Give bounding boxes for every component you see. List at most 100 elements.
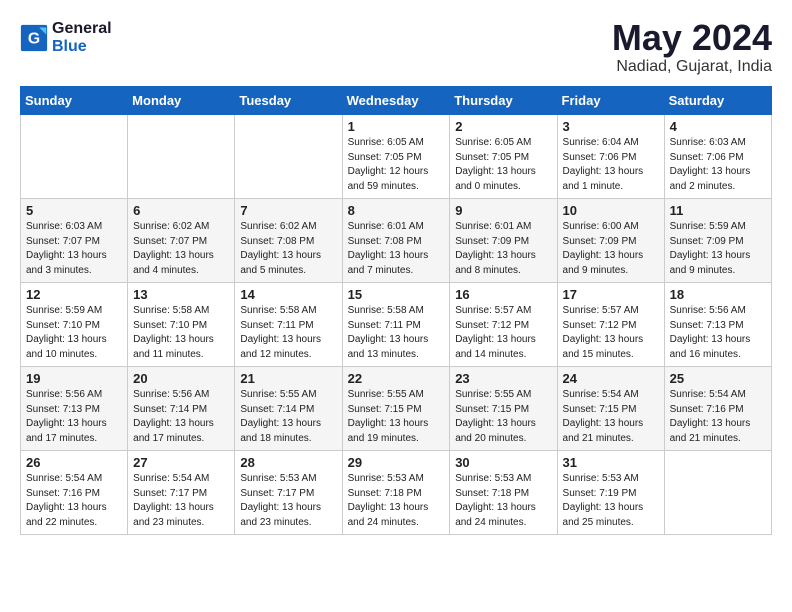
- day-number: 10: [563, 203, 659, 218]
- weekday-header: Wednesday: [342, 87, 450, 115]
- calendar-cell: 20 Sunrise: 5:56 AMSunset: 7:14 PMDayligh…: [128, 367, 235, 451]
- day-number: 5: [26, 203, 122, 218]
- day-number: 17: [563, 287, 659, 302]
- day-number: 27: [133, 455, 229, 470]
- calendar-cell: 29 Sunrise: 5:53 AMSunset: 7:18 PMDayligh…: [342, 451, 450, 535]
- day-number: 8: [348, 203, 445, 218]
- day-number: 11: [670, 203, 766, 218]
- calendar-cell: 12Sunrise: 5:59 AMSunset: 7:10 PMDayligh…: [21, 283, 128, 367]
- calendar-week-row: 19Sunrise: 5:56 AMSunset: 7:13 PMDayligh…: [21, 367, 772, 451]
- calendar-cell: 15 Sunrise: 5:58 AMSunset: 7:11 PMDayligh…: [342, 283, 450, 367]
- calendar-cell: 9Sunrise: 6:01 AMSunset: 7:09 PMDaylight…: [450, 199, 557, 283]
- day-info: Sunrise: 5:53 AMSunset: 7:18 PMDaylight:…: [348, 472, 445, 530]
- day-info: Sunrise: 6:05 AMSunset: 7:05 PMDaylight:…: [348, 136, 445, 194]
- day-info: Sunrise: 5:54 AMSunset: 7:17 PMDaylight:…: [133, 472, 229, 530]
- weekday-header: Sunday: [21, 87, 128, 115]
- day-number: 26: [26, 455, 122, 470]
- calendar-cell: 22 Sunrise: 5:55 AMSunset: 7:15 PMDayligh…: [342, 367, 450, 451]
- day-number: 20: [133, 371, 229, 386]
- calendar-cell: 18 Sunrise: 5:56 AMSunset: 7:13 PMDayligh…: [664, 283, 771, 367]
- calendar-cell: 16 Sunrise: 5:57 AMSunset: 7:12 PMDayligh…: [450, 283, 557, 367]
- calendar-cell: 6 Sunrise: 6:02 AMSunset: 7:07 PMDaylight…: [128, 199, 235, 283]
- day-info: Sunrise: 5:56 AMSunset: 7:14 PMDaylight:…: [133, 388, 229, 446]
- day-number: 15: [348, 287, 445, 302]
- day-info: Sunrise: 6:01 AMSunset: 7:09 PMDaylight:…: [455, 220, 551, 278]
- weekday-header: Saturday: [664, 87, 771, 115]
- day-number: 2: [455, 119, 551, 134]
- calendar-cell: 11 Sunrise: 5:59 AMSunset: 7:09 PMDayligh…: [664, 199, 771, 283]
- calendar-cell: 13Sunrise: 5:58 AMSunset: 7:10 PMDayligh…: [128, 283, 235, 367]
- calendar-week-row: 5 Sunrise: 6:03 AMSunset: 7:07 PMDaylight…: [21, 199, 772, 283]
- day-info: Sunrise: 5:59 AMSunset: 7:10 PMDaylight:…: [26, 304, 122, 362]
- calendar-cell: 23 Sunrise: 5:55 AMSunset: 7:15 PMDayligh…: [450, 367, 557, 451]
- day-info: Sunrise: 5:59 AMSunset: 7:09 PMDaylight:…: [670, 220, 766, 278]
- logo-icon: G: [20, 24, 48, 52]
- day-info: Sunrise: 5:53 AMSunset: 7:18 PMDaylight:…: [455, 472, 551, 530]
- calendar-cell: 30 Sunrise: 5:53 AMSunset: 7:18 PMDayligh…: [450, 451, 557, 535]
- calendar-header-row: SundayMondayTuesdayWednesdayThursdayFrid…: [21, 87, 772, 115]
- day-info: Sunrise: 6:02 AMSunset: 7:08 PMDaylight:…: [240, 220, 336, 278]
- svg-text:G: G: [28, 30, 40, 47]
- calendar-cell: [128, 115, 235, 199]
- day-number: 28: [240, 455, 336, 470]
- day-info: Sunrise: 6:02 AMSunset: 7:07 PMDaylight:…: [133, 220, 229, 278]
- day-info: Sunrise: 5:53 AMSunset: 7:17 PMDaylight:…: [240, 472, 336, 530]
- calendar-week-row: 12Sunrise: 5:59 AMSunset: 7:10 PMDayligh…: [21, 283, 772, 367]
- day-number: 21: [240, 371, 336, 386]
- calendar-week-row: 1Sunrise: 6:05 AMSunset: 7:05 PMDaylight…: [21, 115, 772, 199]
- day-number: 18: [670, 287, 766, 302]
- calendar-cell: 10 Sunrise: 6:00 AMSunset: 7:09 PMDayligh…: [557, 199, 664, 283]
- day-info: Sunrise: 6:03 AMSunset: 7:07 PMDaylight:…: [26, 220, 122, 278]
- day-number: 23: [455, 371, 551, 386]
- day-number: 16: [455, 287, 551, 302]
- day-number: 4: [670, 119, 766, 134]
- calendar-cell: 8 Sunrise: 6:01 AMSunset: 7:08 PMDaylight…: [342, 199, 450, 283]
- weekday-header: Tuesday: [235, 87, 342, 115]
- calendar-cell: 26 Sunrise: 5:54 AMSunset: 7:16 PMDayligh…: [21, 451, 128, 535]
- calendar-cell: 21Sunrise: 5:55 AMSunset: 7:14 PMDayligh…: [235, 367, 342, 451]
- day-info: Sunrise: 6:05 AMSunset: 7:05 PMDaylight:…: [455, 136, 551, 194]
- day-number: 6: [133, 203, 229, 218]
- calendar-cell: 19Sunrise: 5:56 AMSunset: 7:13 PMDayligh…: [21, 367, 128, 451]
- day-number: 29: [348, 455, 445, 470]
- day-info: Sunrise: 5:56 AMSunset: 7:13 PMDaylight:…: [670, 304, 766, 362]
- calendar-cell: 5 Sunrise: 6:03 AMSunset: 7:07 PMDaylight…: [21, 199, 128, 283]
- day-info: Sunrise: 6:03 AMSunset: 7:06 PMDaylight:…: [670, 136, 766, 194]
- day-info: Sunrise: 5:57 AMSunset: 7:12 PMDaylight:…: [455, 304, 551, 362]
- logo-text: General Blue: [52, 20, 112, 56]
- day-info: Sunrise: 5:58 AMSunset: 7:11 PMDaylight:…: [240, 304, 336, 362]
- day-info: Sunrise: 5:55 AMSunset: 7:15 PMDaylight:…: [455, 388, 551, 446]
- day-number: 24: [563, 371, 659, 386]
- day-info: Sunrise: 6:00 AMSunset: 7:09 PMDaylight:…: [563, 220, 659, 278]
- weekday-header: Thursday: [450, 87, 557, 115]
- calendar-cell: [664, 451, 771, 535]
- title-area: May 2024 Nadiad, Gujarat, India: [612, 20, 772, 76]
- day-info: Sunrise: 5:58 AMSunset: 7:11 PMDaylight:…: [348, 304, 445, 362]
- month-title: May 2024: [612, 20, 772, 56]
- day-info: Sunrise: 5:55 AMSunset: 7:15 PMDaylight:…: [348, 388, 445, 446]
- day-number: 22: [348, 371, 445, 386]
- day-info: Sunrise: 5:54 AMSunset: 7:16 PMDaylight:…: [26, 472, 122, 530]
- calendar-cell: 25 Sunrise: 5:54 AMSunset: 7:16 PMDayligh…: [664, 367, 771, 451]
- day-number: 30: [455, 455, 551, 470]
- page-header: G General Blue May 2024 Nadiad, Gujarat,…: [20, 20, 772, 76]
- calendar-cell: 4 Sunrise: 6:03 AMSunset: 7:06 PMDaylight…: [664, 115, 771, 199]
- day-info: Sunrise: 6:01 AMSunset: 7:08 PMDaylight:…: [348, 220, 445, 278]
- calendar-cell: 24Sunrise: 5:54 AMSunset: 7:15 PMDayligh…: [557, 367, 664, 451]
- calendar-cell: 27 Sunrise: 5:54 AMSunset: 7:17 PMDayligh…: [128, 451, 235, 535]
- day-number: 7: [240, 203, 336, 218]
- day-info: Sunrise: 5:56 AMSunset: 7:13 PMDaylight:…: [26, 388, 122, 446]
- day-number: 31: [563, 455, 659, 470]
- day-info: Sunrise: 5:53 AMSunset: 7:19 PMDaylight:…: [563, 472, 659, 530]
- day-number: 25: [670, 371, 766, 386]
- location: Nadiad, Gujarat, India: [612, 58, 772, 76]
- day-number: 3: [563, 119, 659, 134]
- logo: G General Blue: [20, 20, 112, 56]
- day-info: Sunrise: 5:54 AMSunset: 7:16 PMDaylight:…: [670, 388, 766, 446]
- calendar-table: SundayMondayTuesdayWednesdayThursdayFrid…: [20, 86, 772, 535]
- calendar-cell: 2 Sunrise: 6:05 AMSunset: 7:05 PMDaylight…: [450, 115, 557, 199]
- calendar-cell: 14Sunrise: 5:58 AMSunset: 7:11 PMDayligh…: [235, 283, 342, 367]
- calendar-cell: 17 Sunrise: 5:57 AMSunset: 7:12 PMDayligh…: [557, 283, 664, 367]
- day-info: Sunrise: 5:58 AMSunset: 7:10 PMDaylight:…: [133, 304, 229, 362]
- day-info: Sunrise: 5:57 AMSunset: 7:12 PMDaylight:…: [563, 304, 659, 362]
